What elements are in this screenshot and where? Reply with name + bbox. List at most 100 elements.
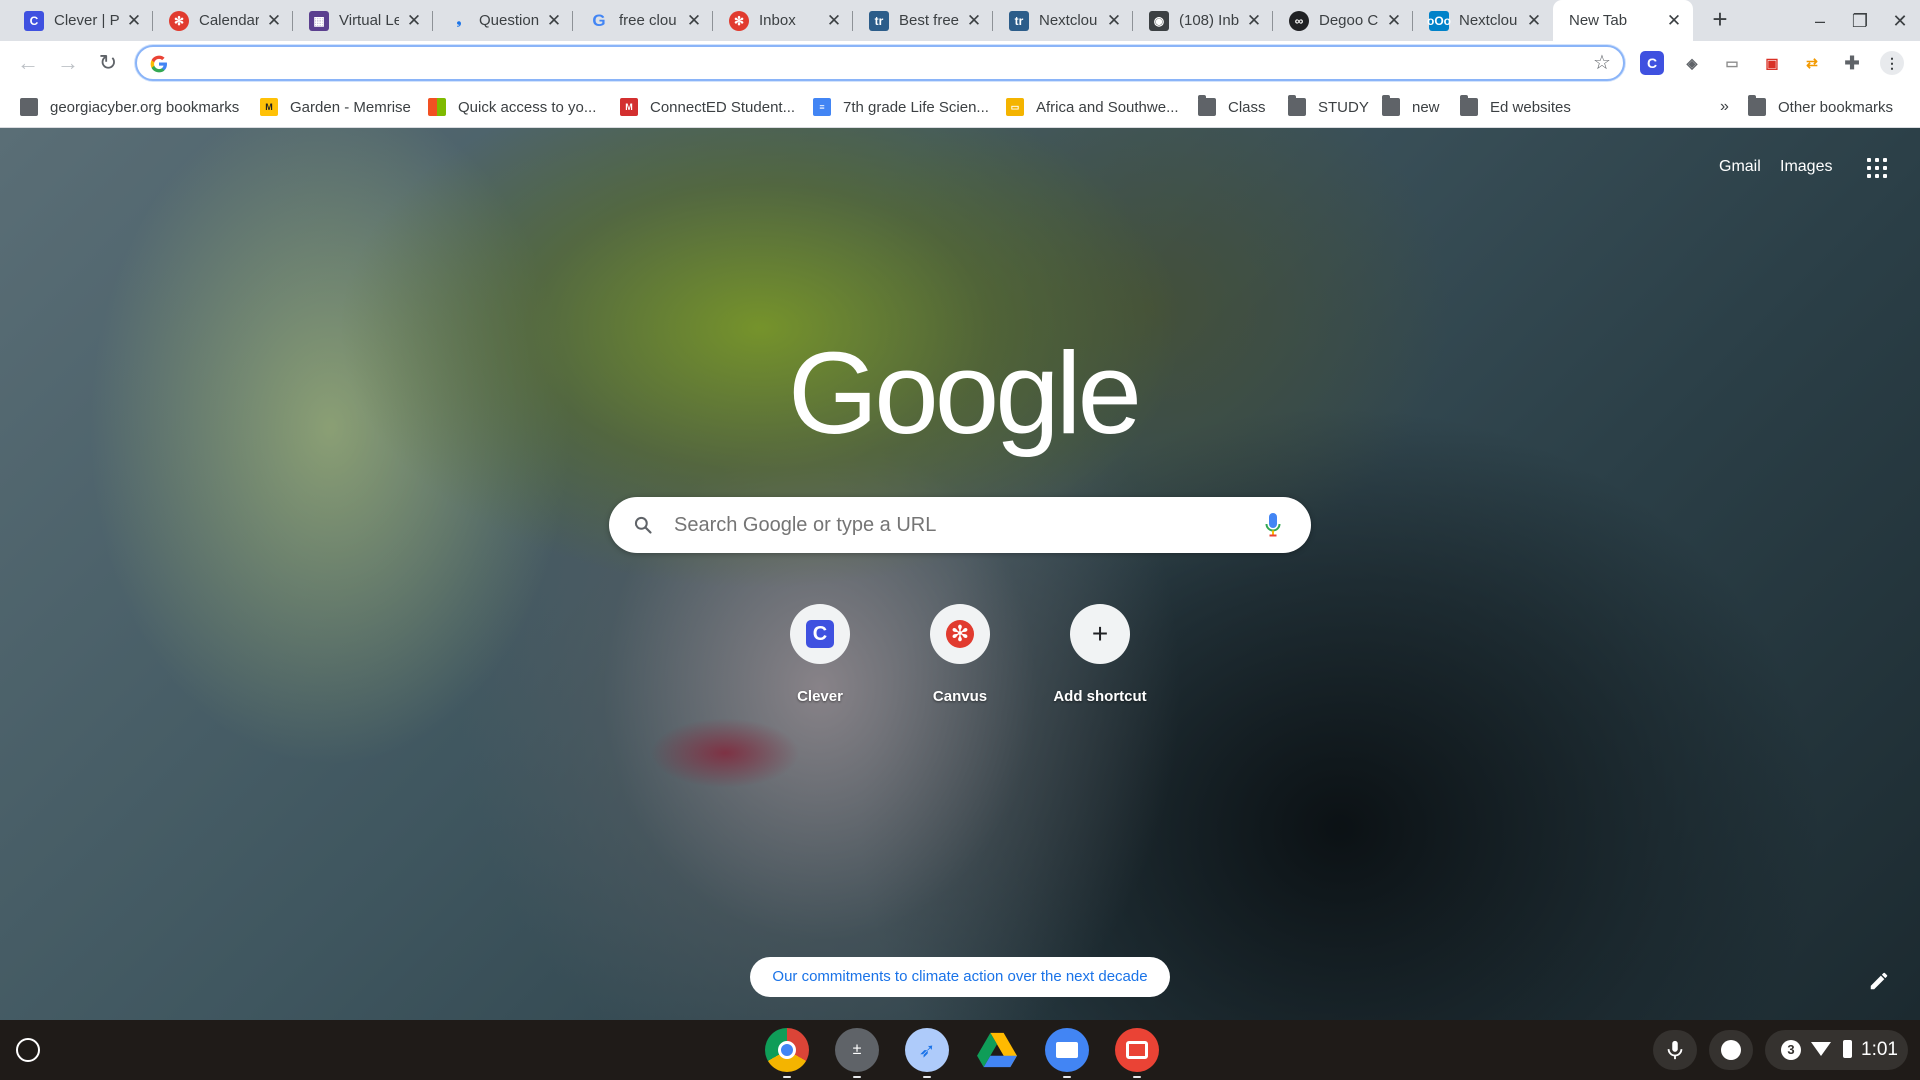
bookmark-label: Ed websites: [1490, 98, 1571, 116]
canvas-icon: ✻: [946, 620, 974, 648]
close-icon[interactable]: ✕: [1665, 11, 1683, 30]
tab-degoo[interactable]: ∞ Degoo Cl ✕: [1273, 0, 1413, 41]
tab-nextcloud[interactable]: oOo Nextclou ✕: [1413, 0, 1553, 41]
back-button[interactable]: ←: [15, 50, 41, 76]
google-drive-icon[interactable]: [975, 1028, 1019, 1072]
chrome-menu-icon[interactable]: ⋮: [1880, 51, 1904, 75]
close-icon[interactable]: ✕: [125, 11, 143, 30]
images-link[interactable]: Images: [1780, 158, 1832, 176]
close-icon[interactable]: ✕: [1385, 11, 1403, 30]
tab-question[interactable]: ❟ Question ✕: [433, 0, 573, 41]
bookmark-life-science[interactable]: ≡ 7th grade Life Scien...: [813, 95, 989, 119]
shortcut-label: Add shortcut: [1053, 688, 1147, 705]
question-icon: ❟: [456, 13, 462, 27]
clever-icon: C: [24, 10, 44, 31]
reload-button[interactable]: ↻: [95, 50, 121, 76]
bookmark-folder-study[interactable]: STUDY: [1288, 95, 1369, 119]
extension-translate-icon[interactable]: ⇄: [1800, 51, 1824, 75]
close-icon[interactable]: ✕: [545, 11, 563, 30]
screencast-icon[interactable]: [1115, 1028, 1159, 1078]
close-icon[interactable]: ✕: [825, 11, 843, 30]
files-icon[interactable]: [1045, 1028, 1089, 1078]
bookmark-folder-class[interactable]: Class: [1198, 95, 1266, 119]
tab-best-free[interactable]: tr Best free ✕: [853, 0, 993, 41]
voice-search-icon[interactable]: [1265, 511, 1281, 539]
tab-nextcloud-tr[interactable]: tr Nextclou ✕: [993, 0, 1133, 41]
address-input[interactable]: [181, 52, 1521, 74]
add-shortcut-button[interactable]: + Add shortcut: [1044, 604, 1156, 716]
extension-chat-icon[interactable]: ▭: [1720, 51, 1744, 75]
google-docs-icon: ≡: [813, 98, 831, 116]
google-icon: G: [592, 10, 606, 30]
extension-shield-icon[interactable]: ◈: [1680, 51, 1704, 75]
shelf: ± ➶ 3 1:01: [0, 1020, 1920, 1080]
tab-title: free clou: [619, 12, 677, 29]
calculator-icon[interactable]: ±: [835, 1028, 879, 1078]
shortcut-canvus[interactable]: ✻ Canvus: [904, 604, 1016, 716]
tab-new-tab[interactable]: New Tab ✕: [1553, 0, 1693, 41]
climate-promo-link[interactable]: Our commitments to climate action over t…: [750, 957, 1170, 997]
bookmarks-folder-icon: [20, 98, 38, 116]
close-icon[interactable]: ✕: [1105, 11, 1123, 30]
bookmark-label: 7th grade Life Scien...: [843, 98, 989, 116]
google-apps-icon[interactable]: [1867, 158, 1887, 178]
bookmark-label: georgiacyber.org bookmarks: [50, 98, 240, 116]
extensions-puzzle-icon[interactable]: ✚: [1840, 51, 1864, 75]
bookmarks-overflow-button[interactable]: »: [1720, 95, 1729, 119]
shortcut-tile: ✻: [930, 604, 990, 664]
search-input[interactable]: [674, 511, 1234, 539]
bookmark-africa[interactable]: ▭ Africa and Southwe...: [1006, 95, 1179, 119]
status-area[interactable]: 3 1:01: [1765, 1030, 1908, 1070]
bookmark-star-icon[interactable]: ☆: [1591, 52, 1613, 74]
rocket-app-icon[interactable]: ➶: [905, 1028, 949, 1078]
bookmark-georgiacyber[interactable]: georgiacyber.org bookmarks: [20, 95, 239, 119]
forward-button[interactable]: →: [55, 50, 81, 76]
plus-icon: +: [1091, 618, 1109, 649]
google-logo: Google: [788, 328, 1142, 458]
launcher-button[interactable]: [16, 1038, 40, 1062]
nextcloud-icon: oOo: [1427, 10, 1451, 31]
tray-mic-button[interactable]: [1653, 1030, 1697, 1070]
restore-button[interactable]: ❐: [1847, 8, 1873, 34]
bookmark-quick-access[interactable]: Quick access to yo...: [428, 95, 596, 119]
gmail-link[interactable]: Gmail: [1719, 158, 1761, 176]
canvas-icon: ✻: [169, 10, 189, 31]
close-icon[interactable]: ✕: [685, 11, 703, 30]
tab-free-cloud[interactable]: G free clou ✕: [573, 0, 713, 41]
omnibox[interactable]: ☆: [135, 45, 1625, 81]
canvas-icon: ✻: [729, 10, 749, 31]
shortcut-clever[interactable]: C Clever: [764, 604, 876, 716]
close-window-button[interactable]: ✕: [1887, 8, 1913, 34]
tab-virtual-learning[interactable]: ▦ Virtual Le ✕: [293, 0, 433, 41]
close-icon[interactable]: ✕: [265, 11, 283, 30]
close-icon[interactable]: ✕: [1525, 11, 1543, 30]
minimize-button[interactable]: –: [1807, 8, 1833, 34]
search-box[interactable]: [609, 497, 1311, 553]
bookmark-memrise[interactable]: M Garden - Memrise: [260, 95, 411, 119]
tab-inbox-108[interactable]: ◉ (108) Inb ✕: [1133, 0, 1273, 41]
bookmark-folder-ed-websites[interactable]: Ed websites: [1460, 95, 1571, 119]
close-icon[interactable]: ✕: [405, 11, 423, 30]
close-icon[interactable]: ✕: [965, 11, 983, 30]
google-icon: [150, 55, 167, 73]
clever-extension-icon[interactable]: C: [1640, 51, 1664, 75]
bookmark-folder-new[interactable]: new: [1382, 95, 1440, 119]
tab-clever[interactable]: C Clever | P ✕: [8, 0, 153, 41]
tab-strip: C Clever | P ✕ ✻ Calendar ✕ ▦ Virtual Le…: [0, 0, 1920, 41]
battery-icon: [1843, 1040, 1852, 1058]
folder-icon: [1288, 95, 1306, 116]
shortcut-tile: +: [1070, 604, 1130, 664]
tab-title: Best free: [899, 12, 959, 29]
tab-title: Degoo Cl: [1319, 12, 1379, 29]
tray-stylus-button[interactable]: [1709, 1030, 1753, 1070]
other-bookmarks[interactable]: Other bookmarks: [1748, 95, 1893, 119]
extension-screenshot-icon[interactable]: ▣: [1760, 51, 1784, 75]
chrome-icon[interactable]: [765, 1028, 809, 1078]
bookmark-connected[interactable]: M ConnectED Student...: [620, 95, 795, 119]
close-icon[interactable]: ✕: [1245, 11, 1263, 30]
new-tab-button[interactable]: +: [1706, 6, 1734, 34]
tab-inbox[interactable]: ✻ Inbox ✕: [713, 0, 853, 41]
customize-pencil-icon[interactable]: [1868, 970, 1890, 992]
tab-calendar[interactable]: ✻ Calendar ✕: [153, 0, 293, 41]
bookmark-label: Class: [1228, 98, 1266, 116]
